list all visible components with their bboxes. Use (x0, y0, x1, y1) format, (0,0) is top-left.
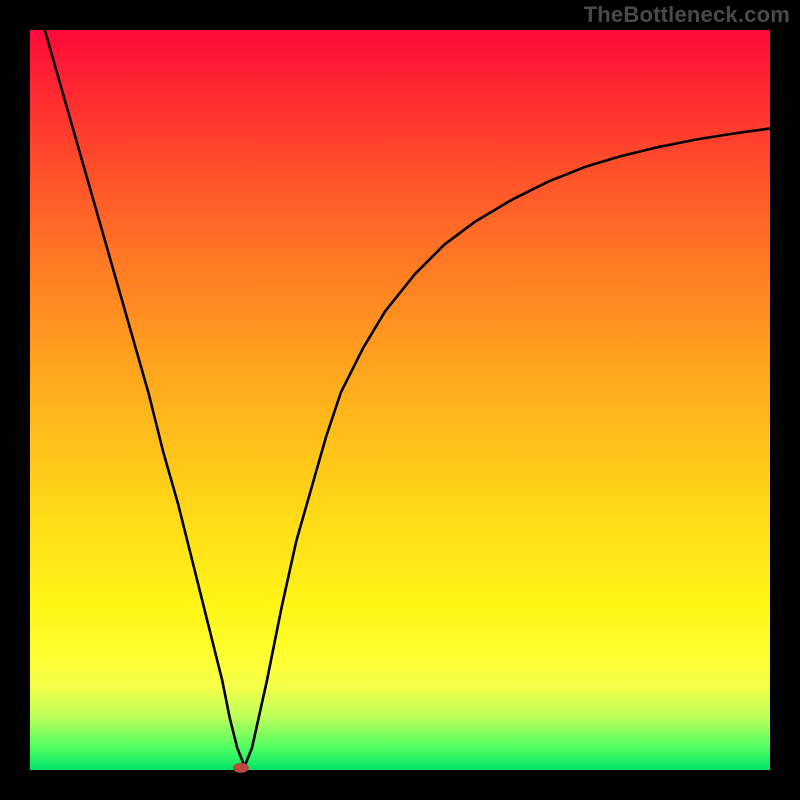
minimum-marker (233, 763, 249, 773)
plot-area (30, 30, 770, 770)
chart-frame: TheBottleneck.com (0, 0, 800, 800)
watermark-text: TheBottleneck.com (584, 2, 790, 28)
curve-svg (30, 30, 770, 770)
bottleneck-curve (45, 30, 770, 766)
